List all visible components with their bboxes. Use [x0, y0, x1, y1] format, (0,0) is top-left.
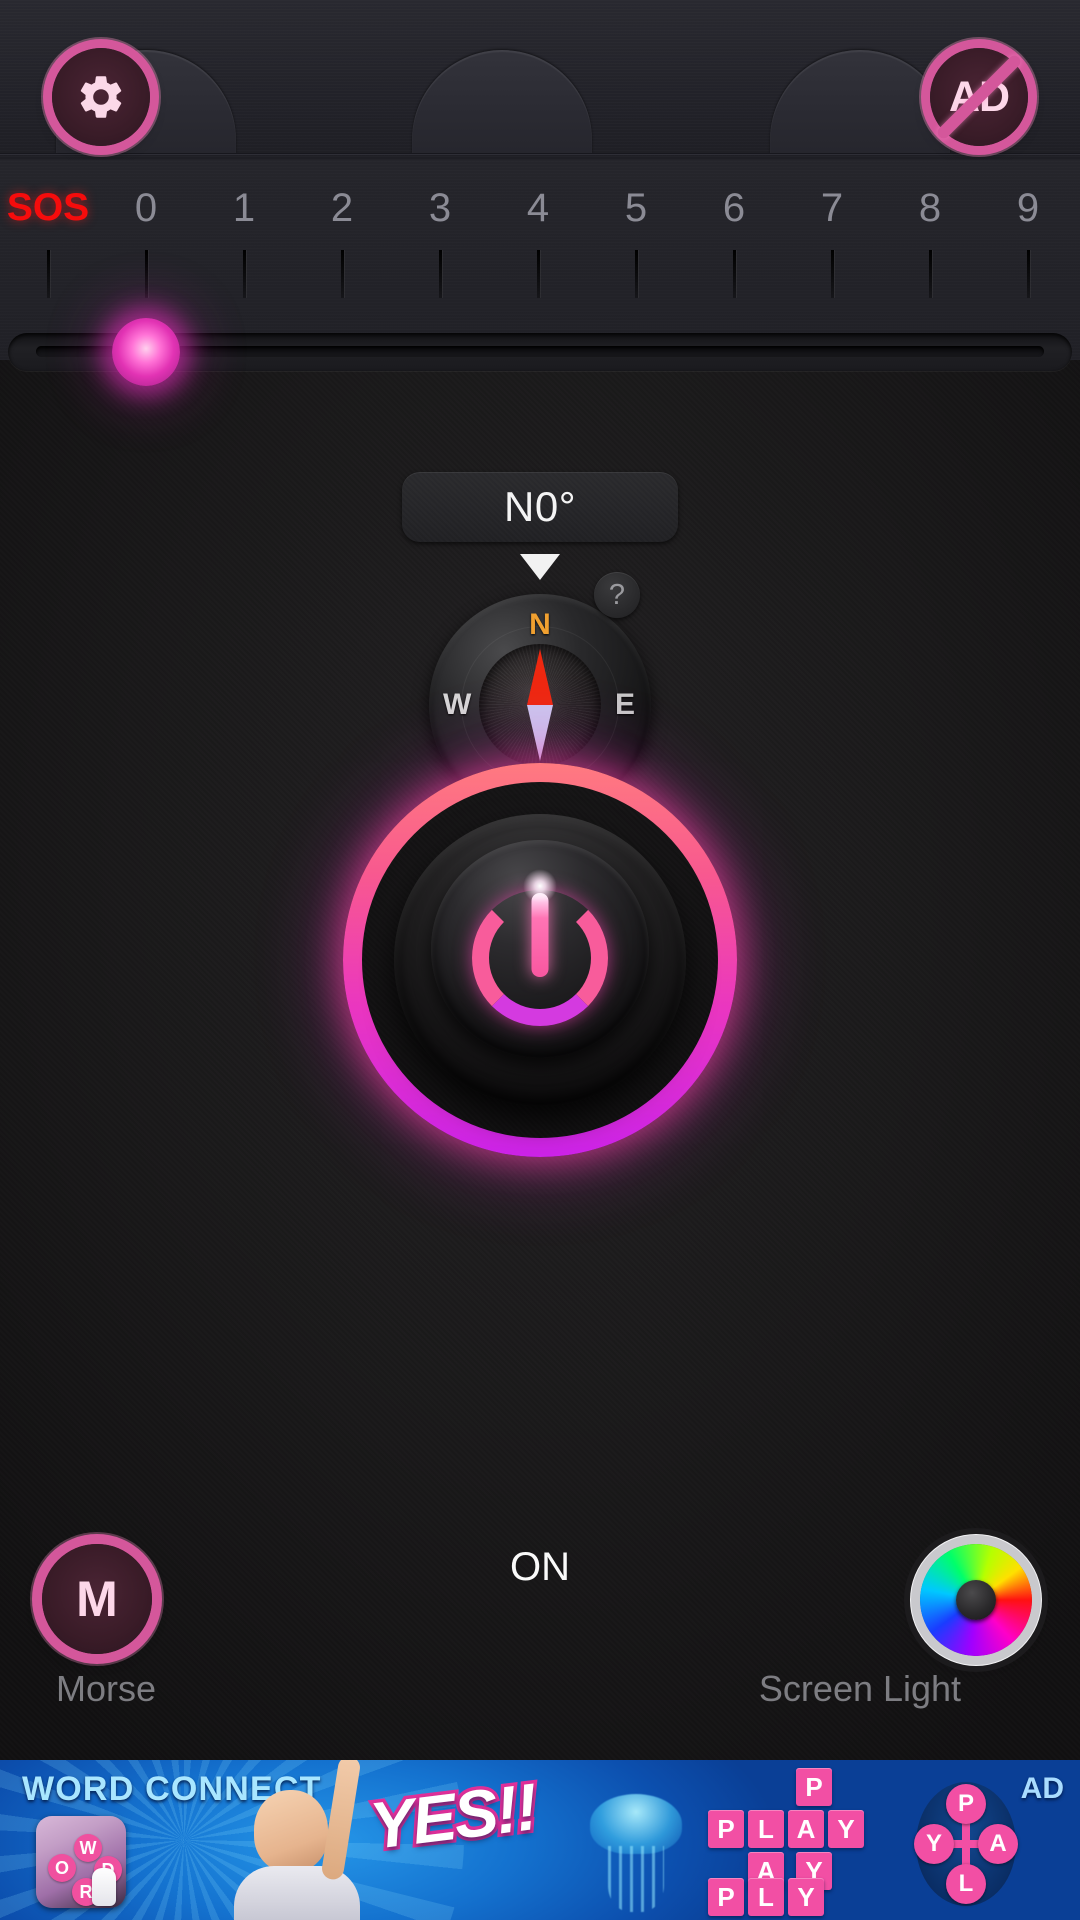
ruler-label-7[interactable]: 7 — [787, 186, 877, 231]
ad-banner[interactable]: WORD CONNECT W O R D YES!! PPLAYAYPLY P … — [0, 1760, 1080, 1920]
ad-letter-tile: P — [796, 1768, 832, 1806]
ad-icon-letter: W — [74, 1834, 102, 1862]
badge-letter-right: A — [978, 1824, 1018, 1864]
ad-letter-tile: Y — [828, 1810, 864, 1848]
compass-help-button[interactable]: ? — [594, 572, 640, 618]
ruler-tick — [733, 250, 736, 298]
power-state-label: ON — [510, 1545, 570, 1589]
screen-light-label: Screen Light — [758, 1668, 962, 1709]
ruler-tick — [831, 250, 834, 298]
ruler-label-9[interactable]: 9 — [983, 186, 1073, 231]
ad-letter-tile: P — [708, 1878, 744, 1916]
badge-letter-top: P — [946, 1784, 986, 1824]
morse-button[interactable]: M — [42, 1544, 152, 1654]
ad-app-icon: W O R D — [36, 1816, 126, 1908]
ruler-label-8[interactable]: 8 — [885, 186, 975, 231]
morse-icon: M — [76, 1571, 118, 1627]
gear-icon — [80, 76, 122, 118]
ad-letter-tile: Y — [788, 1878, 824, 1916]
compass-heading-value: N0° — [504, 483, 576, 530]
ruler-label-1[interactable]: 1 — [199, 186, 289, 231]
settings-button[interactable] — [52, 48, 150, 146]
ruler-tick — [439, 250, 442, 298]
ruler-label-6[interactable]: 6 — [689, 186, 779, 231]
jellyfish-icon — [590, 1794, 682, 1912]
ruler-tick — [635, 250, 638, 298]
power-icon-stem — [531, 892, 549, 977]
ruler-tick — [929, 250, 932, 298]
badge-letter-left: Y — [914, 1824, 954, 1864]
ruler-tick — [145, 250, 148, 298]
screen-light-button[interactable] — [920, 1544, 1032, 1656]
ad-letter-tile: L — [748, 1810, 784, 1848]
ruler-label-5[interactable]: 5 — [591, 186, 681, 231]
power-cap[interactable] — [431, 840, 649, 1059]
ad-woman-head — [254, 1790, 328, 1872]
ruler-label-2[interactable]: 2 — [297, 186, 387, 231]
ruler-tick — [47, 250, 50, 298]
ad-label: AD — [1020, 1772, 1064, 1805]
ruler-tick — [537, 250, 540, 298]
ruler-label-3[interactable]: 3 — [395, 186, 485, 231]
ruler-tick — [341, 250, 344, 298]
ad-icon-letter: O — [48, 1854, 76, 1882]
ad-letter-tile: A — [788, 1810, 824, 1848]
header-arch-decoration — [412, 50, 592, 154]
ad-word-badge: P Y A L — [914, 1782, 1018, 1906]
down-triangle-icon — [520, 554, 560, 580]
ad-letter-tiles: PPLAYAYPLY — [700, 1766, 900, 1916]
brightness-slider-thumb[interactable] — [112, 318, 180, 386]
flashlight-app: AD SOS 0 1 2 3 4 5 6 7 8 9 N0° — [0, 0, 1080, 1920]
ad-letter-tile: P — [708, 1810, 744, 1848]
compass-heading-display: N0° — [402, 472, 678, 542]
ruler-label-4[interactable]: 4 — [493, 186, 583, 231]
ruler-label-0[interactable]: 0 — [101, 186, 191, 231]
pointing-hand-icon — [92, 1868, 116, 1906]
ruler-label-sos[interactable]: SOS — [3, 186, 93, 230]
remove-ads-button[interactable]: AD — [930, 48, 1028, 146]
badge-letter-bottom: L — [946, 1864, 986, 1904]
ruler-tick — [243, 250, 246, 298]
header-divider — [0, 153, 1080, 155]
compass-north-label: N — [529, 608, 551, 641]
power-button[interactable] — [270, 690, 810, 1230]
header-bar — [0, 0, 1080, 160]
morse-label: Morse — [55, 1668, 157, 1709]
header-arch-decoration — [770, 50, 950, 154]
ad-letter-tile: L — [748, 1878, 784, 1916]
question-mark-icon: ? — [608, 578, 626, 611]
ruler-tick — [1027, 250, 1030, 298]
power-highlight-icon — [523, 868, 557, 903]
